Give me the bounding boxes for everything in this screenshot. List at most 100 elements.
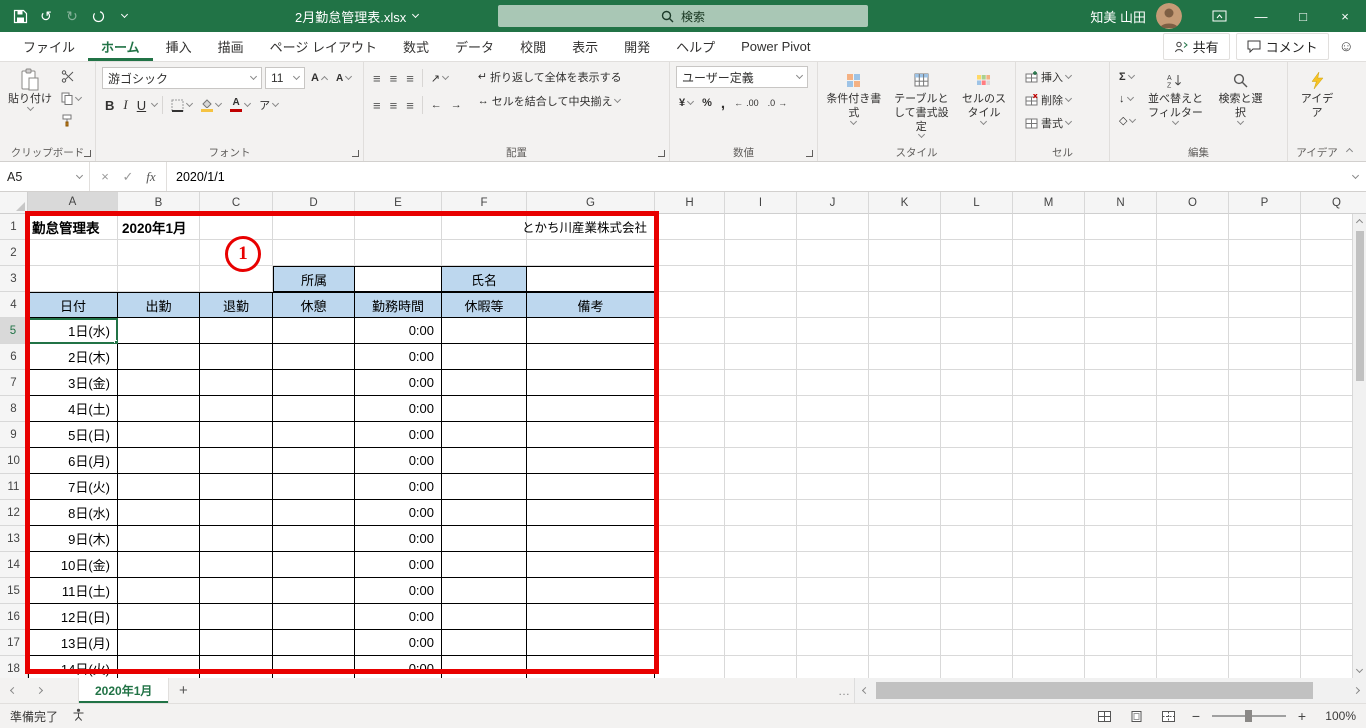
- cell-J7[interactable]: [797, 370, 869, 396]
- cell-G9[interactable]: [527, 422, 655, 448]
- cell-B8[interactable]: [118, 396, 200, 422]
- horizontal-scroll-thumb[interactable]: [876, 682, 1313, 699]
- cell-styles-button[interactable]: セルのスタイル: [959, 66, 1009, 126]
- cell-G5[interactable]: [527, 318, 655, 344]
- increase-indent-button[interactable]: →: [448, 95, 465, 116]
- sheet-nav-prev-button[interactable]: [0, 678, 26, 703]
- cell-L16[interactable]: [941, 604, 1013, 630]
- merge-center-button[interactable]: ↔ セルを結合して中央揃え: [475, 90, 625, 111]
- cell-H16[interactable]: [655, 604, 725, 630]
- scroll-up-button[interactable]: [1353, 214, 1366, 229]
- ideas-button[interactable]: アイデア: [1294, 66, 1340, 123]
- maximize-button[interactable]: □: [1282, 0, 1324, 32]
- ribbon-tab-7[interactable]: データ: [442, 32, 507, 61]
- cell-L6[interactable]: [941, 344, 1013, 370]
- cell-J11[interactable]: [797, 474, 869, 500]
- cell-K6[interactable]: [869, 344, 941, 370]
- save-button[interactable]: [8, 3, 32, 29]
- cell-J8[interactable]: [797, 396, 869, 422]
- cell-H18[interactable]: [655, 656, 725, 678]
- cell-O12[interactable]: [1157, 500, 1229, 526]
- cell-L4[interactable]: [941, 292, 1013, 318]
- cell-A9[interactable]: 5日(日): [28, 422, 118, 448]
- cell-B10[interactable]: [118, 448, 200, 474]
- cell-C14[interactable]: [200, 552, 273, 578]
- cell-H8[interactable]: [655, 396, 725, 422]
- cell-L14[interactable]: [941, 552, 1013, 578]
- cell-G15[interactable]: [527, 578, 655, 604]
- horizontal-scroll-track[interactable]: [873, 678, 1348, 703]
- cell-P14[interactable]: [1229, 552, 1301, 578]
- cell-H9[interactable]: [655, 422, 725, 448]
- collapse-ribbon-button[interactable]: [1340, 143, 1358, 157]
- cell-P16[interactable]: [1229, 604, 1301, 630]
- cell-L2[interactable]: [941, 240, 1013, 266]
- cell-I7[interactable]: [725, 370, 797, 396]
- cell-N9[interactable]: [1085, 422, 1157, 448]
- borders-button[interactable]: [168, 95, 195, 116]
- cell-A8[interactable]: 4日(土): [28, 396, 118, 422]
- cell-B13[interactable]: [118, 526, 200, 552]
- cell-N13[interactable]: [1085, 526, 1157, 552]
- cell-L12[interactable]: [941, 500, 1013, 526]
- cell-B11[interactable]: [118, 474, 200, 500]
- cell-F11[interactable]: [442, 474, 527, 500]
- cell-D16[interactable]: [273, 604, 355, 630]
- cell-O2[interactable]: [1157, 240, 1229, 266]
- cell-I17[interactable]: [725, 630, 797, 656]
- cell-A15[interactable]: 11日(土): [28, 578, 118, 604]
- cell-N15[interactable]: [1085, 578, 1157, 604]
- cell-O8[interactable]: [1157, 396, 1229, 422]
- column-header-K[interactable]: K: [869, 192, 941, 214]
- column-header-N[interactable]: N: [1085, 192, 1157, 214]
- cell-E16[interactable]: 0:00: [355, 604, 442, 630]
- cell-C6[interactable]: [200, 344, 273, 370]
- cell-C13[interactable]: [200, 526, 273, 552]
- cell-K5[interactable]: [869, 318, 941, 344]
- cell-P2[interactable]: [1229, 240, 1301, 266]
- cell-C8[interactable]: [200, 396, 273, 422]
- cell-J1[interactable]: [797, 214, 869, 240]
- cell-M12[interactable]: [1013, 500, 1085, 526]
- column-header-O[interactable]: O: [1157, 192, 1229, 214]
- vertical-scrollbar[interactable]: [1352, 214, 1366, 678]
- cell-P4[interactable]: [1229, 292, 1301, 318]
- align-top-icon[interactable]: ≡: [370, 68, 384, 89]
- cell-H3[interactable]: [655, 266, 725, 292]
- cell-M16[interactable]: [1013, 604, 1085, 630]
- cell-C10[interactable]: [200, 448, 273, 474]
- cell-C4[interactable]: 退勤: [200, 292, 273, 318]
- ribbon-tab-8[interactable]: 校閲: [507, 32, 559, 61]
- row-header-7[interactable]: 7: [0, 370, 28, 396]
- orientation-button[interactable]: ↗: [428, 68, 451, 89]
- alignment-dialog-launcher[interactable]: [658, 150, 665, 157]
- ribbon-tab-12[interactable]: Power Pivot: [728, 32, 823, 61]
- cell-B3[interactable]: [118, 266, 200, 292]
- ribbon-tab-6[interactable]: 数式: [390, 32, 442, 61]
- cell-I13[interactable]: [725, 526, 797, 552]
- cell-L11[interactable]: [941, 474, 1013, 500]
- cell-N16[interactable]: [1085, 604, 1157, 630]
- cell-J5[interactable]: [797, 318, 869, 344]
- cell-O7[interactable]: [1157, 370, 1229, 396]
- cell-K1[interactable]: [869, 214, 941, 240]
- cell-L17[interactable]: [941, 630, 1013, 656]
- cell-O10[interactable]: [1157, 448, 1229, 474]
- cell-I10[interactable]: [725, 448, 797, 474]
- cell-E2[interactable]: [355, 240, 442, 266]
- cell-E17[interactable]: 0:00: [355, 630, 442, 656]
- cell-L9[interactable]: [941, 422, 1013, 448]
- cell-N6[interactable]: [1085, 344, 1157, 370]
- cell-L18[interactable]: [941, 656, 1013, 678]
- cell-E4[interactable]: 勤務時間: [355, 292, 442, 318]
- cell-I5[interactable]: [725, 318, 797, 344]
- find-select-button[interactable]: 検索と選択: [1212, 66, 1268, 126]
- cell-I16[interactable]: [725, 604, 797, 630]
- cell-M3[interactable]: [1013, 266, 1085, 292]
- cell-L3[interactable]: [941, 266, 1013, 292]
- cell-G12[interactable]: [527, 500, 655, 526]
- accessibility-status-button[interactable]: [72, 708, 85, 724]
- cell-K15[interactable]: [869, 578, 941, 604]
- cell-D6[interactable]: [273, 344, 355, 370]
- cell-I6[interactable]: [725, 344, 797, 370]
